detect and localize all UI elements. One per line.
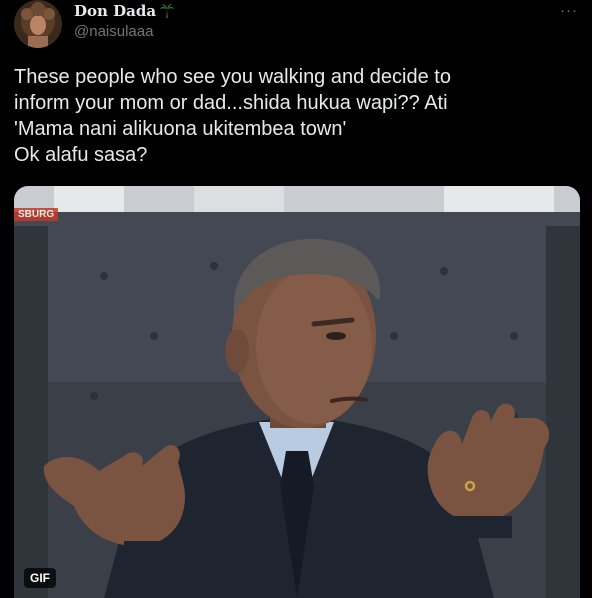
tweet-text: These people who see you walking and dec… [14,66,451,166]
tweet-media-gif[interactable]: SBURG GIF [14,186,580,598]
gif-frame-image [14,186,580,598]
author-name-row[interactable]: Don Dada [74,2,175,20]
video-watermark: SBURG [14,208,59,221]
gif-badge: GIF [24,568,56,588]
avatar-image [14,0,62,48]
avatar[interactable] [14,0,62,48]
more-options-button[interactable]: ··· [560,2,578,19]
author-display-name[interactable]: Don Dada [74,2,156,20]
tweet[interactable]: Don Dada @naisulaaa ··· These people who… [0,0,592,598]
palm-tree-icon [159,3,175,19]
author-handle[interactable]: @naisulaaa [74,23,153,40]
